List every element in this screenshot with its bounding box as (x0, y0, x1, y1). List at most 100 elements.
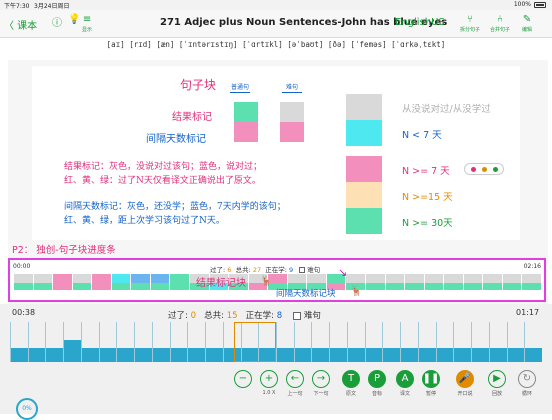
back-button[interactable]: 〈 课本 (4, 17, 37, 32)
waveform-divider (116, 322, 118, 362)
waveform-bar (45, 348, 64, 362)
waveform[interactable] (10, 322, 542, 362)
interval-explanation: 间隔天数标记：灰色，还没学；蓝色，7天内学的该句； 红、黄、绿，距上次学习该句过… (64, 202, 286, 226)
prev-icon: ← (286, 370, 304, 388)
waveform-bar (382, 348, 401, 362)
sentence-chunk[interactable] (463, 274, 484, 290)
control-label: 循环 (521, 391, 532, 397)
waveform-bar (293, 348, 312, 362)
minus-icon: − (234, 370, 252, 388)
waveform-divider (187, 322, 189, 362)
waveform-bar (506, 348, 525, 362)
current-sentence-selection[interactable] (234, 322, 276, 362)
sentence-chunk[interactable] (150, 274, 171, 290)
hard-checkbox-small[interactable] (299, 267, 306, 273)
legend-swatch (346, 94, 382, 120)
waveform-divider (417, 322, 419, 362)
phonetic-icon: P (368, 370, 386, 388)
player-time-start: 00:38 (12, 308, 36, 317)
hard-sentence-chunk (280, 102, 304, 142)
arrow-icon: ↘ (338, 266, 348, 279)
waveform-bar (27, 348, 46, 362)
waveform-divider (400, 322, 402, 362)
waveform-divider (151, 322, 153, 362)
sentence-chunk[interactable] (366, 274, 386, 290)
waveform-bar (151, 348, 170, 362)
sentence-chunk[interactable] (405, 274, 425, 290)
control-label: 下一句 (313, 391, 329, 397)
waveform-bar (524, 348, 542, 362)
interval-mark-label: 间隔天数标记 (146, 134, 206, 145)
progress-ring: 0% (16, 398, 38, 420)
waveform-bar (10, 348, 28, 362)
playback-button[interactable]: ▶ 回放 (482, 370, 512, 397)
sentence-chunk[interactable] (92, 274, 112, 290)
translation-icon: A (396, 370, 414, 388)
legend-swatch (346, 120, 382, 146)
sentence-chunk[interactable] (502, 274, 523, 290)
hard-checkbox[interactable] (292, 311, 301, 320)
status-battery: 100% (514, 1, 546, 8)
waveform-divider (453, 322, 455, 362)
legend-swatch (346, 156, 382, 182)
loop-button[interactable]: ↻ 循环 (512, 370, 542, 397)
pause-button[interactable]: ❚❚ 暂停 (416, 370, 446, 397)
sentence-chunk[interactable] (53, 274, 73, 290)
deer-icon: 🦌 (260, 276, 273, 287)
pause-icon: ❚❚ (422, 370, 440, 388)
legend-dots (464, 163, 504, 175)
accent-label[interactable]: EnglishUS (395, 17, 445, 28)
waveform-bar (63, 340, 81, 362)
waveform-divider (488, 322, 490, 362)
waveform-bar (364, 348, 383, 362)
sentence-chunk[interactable] (131, 274, 151, 290)
waveform-divider (382, 322, 384, 362)
waveform-divider (364, 322, 366, 362)
plus-icon: + (260, 370, 278, 388)
waveform-bar (417, 348, 436, 362)
waveform-bar (134, 348, 152, 362)
waveform-bar (116, 348, 135, 362)
info-icon[interactable]: ⓘ (52, 14, 62, 29)
waveform-bar (400, 348, 418, 362)
bulb-icon[interactable]: 💡 (68, 14, 80, 25)
sentence-chunk[interactable] (444, 274, 464, 290)
sentence-chunk[interactable] (522, 274, 542, 290)
sentence-chunk[interactable] (33, 274, 54, 290)
waveform-divider (222, 322, 224, 362)
normal-sentence-chunk (234, 102, 258, 142)
phonetic-button[interactable]: P 音标 (362, 370, 392, 397)
loop-icon: ↻ (518, 370, 536, 388)
legend-label: N >= 30天 (402, 218, 453, 229)
sentence-chunk[interactable] (170, 274, 190, 290)
sentence-chunk[interactable] (72, 274, 93, 290)
waveform-divider (524, 322, 526, 362)
col-normal-heading: 普通句 (230, 84, 250, 93)
merge-sentence-icon[interactable]: ⑃ 合并句子 (490, 14, 510, 33)
control-label: 回放 (491, 391, 502, 397)
edit-icon[interactable]: ✎ 编辑 (522, 14, 532, 33)
pinyin-icon[interactable]: ≡ 显示 (82, 14, 92, 33)
waveform-divider (205, 322, 207, 362)
sentence-chunk[interactable] (424, 274, 445, 290)
waveform-divider (471, 322, 473, 362)
result-mark-label: 结果标记 (172, 112, 212, 123)
waveform-bar (80, 348, 99, 362)
sentence-chunk[interactable] (385, 274, 406, 290)
sentence-chunk[interactable] (111, 274, 132, 290)
next-button[interactable]: → 下一句 (306, 370, 336, 397)
sentence-chunk[interactable] (14, 274, 34, 290)
control-label: 暂停 (425, 391, 436, 397)
split-sentence-icon[interactable]: ⑂ 拆分句子 (460, 14, 480, 33)
battery-icon (534, 1, 546, 8)
waveform-bar (488, 348, 507, 362)
sentence-chunk[interactable] (483, 274, 503, 290)
chunk-time-start: 00:00 (13, 263, 31, 270)
status-time: 下午7:30 (4, 3, 30, 10)
waveform-divider (293, 322, 295, 362)
waveform-bar (346, 348, 365, 362)
player-stats: 过了: 0 总共: 15 正在学: 8 难句 (168, 311, 321, 321)
waveform-bar (453, 348, 472, 362)
legend-swatch (346, 182, 382, 208)
record-button[interactable]: 🎤 开口说 (450, 370, 480, 397)
